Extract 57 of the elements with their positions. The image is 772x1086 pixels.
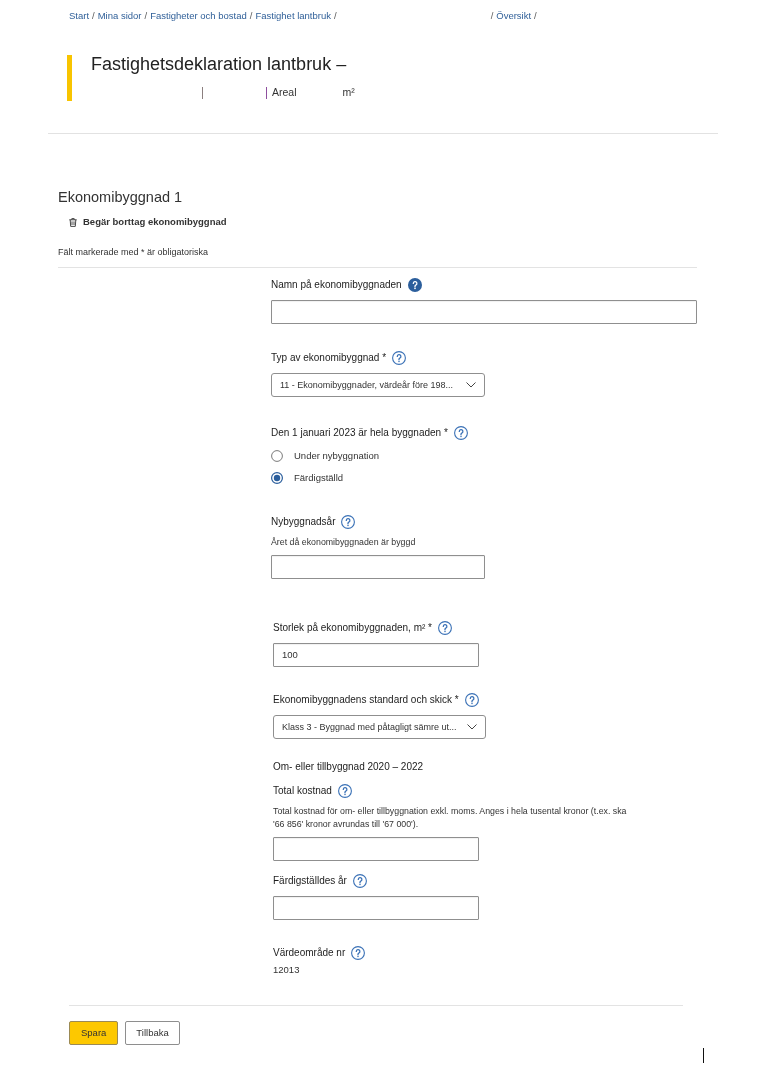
breadcrumb-separator: / xyxy=(334,10,337,22)
text-input-field[interactable] xyxy=(273,895,479,920)
text-input-field[interactable] xyxy=(271,299,697,324)
text-input-field[interactable] xyxy=(273,836,479,861)
subtitle-text: Areal xyxy=(272,86,297,99)
field-label: Namn på ekonomibyggnaden xyxy=(271,277,402,292)
breadcrumb-link[interactable]: Översikt xyxy=(496,10,532,22)
help-icon[interactable] xyxy=(407,277,422,292)
text-input-field[interactable] xyxy=(271,554,485,579)
help-icon[interactable] xyxy=(352,873,367,888)
breadcrumb-link[interactable]: Start xyxy=(69,10,90,22)
trash-icon xyxy=(69,217,77,227)
help-icon[interactable] xyxy=(464,692,479,707)
chevron-down-icon xyxy=(466,381,476,388)
help-icon[interactable] xyxy=(438,620,452,635)
field-label: Värdeområde nr xyxy=(273,945,346,960)
breadcrumb-separator: / xyxy=(490,10,494,22)
breadcrumb-link[interactable]: Mina sidor xyxy=(97,10,142,22)
radio-option[interactable]: Under nybyggnation xyxy=(271,444,380,467)
breadcrumb-link[interactable]: Fastigheter och bostad xyxy=(150,10,247,22)
subtitle-text: m² xyxy=(342,86,355,99)
page-title: Fastighetsdeklaration lantbruk – xyxy=(91,55,348,73)
help-icon[interactable] xyxy=(351,945,366,960)
section-title: Ekonomibyggnad 1 xyxy=(58,188,184,206)
breadcrumb-separator: / xyxy=(534,10,537,22)
field-value: 12013 xyxy=(273,963,301,976)
help-icon[interactable] xyxy=(337,783,352,798)
field-label: Ekonomibyggnadens standard och skick * xyxy=(273,692,459,707)
chevron-down-icon xyxy=(466,723,477,730)
breadcrumb-separator: / xyxy=(249,10,253,22)
field-label: Storlek på ekonomibyggnaden, m² * xyxy=(273,620,432,635)
field-label: Typ av ekonomibyggnad * xyxy=(271,350,387,365)
text-input-field[interactable]: 100 xyxy=(273,642,479,667)
dropdown[interactable]: 11 - Ekonomibyggnader, värdeår före 198... xyxy=(271,372,485,397)
save-button[interactable]: Spara xyxy=(69,1020,119,1045)
radio-option[interactable]: Färdigställd xyxy=(271,466,344,489)
field-label: Nybyggnadsår xyxy=(271,514,336,529)
radio-button[interactable] xyxy=(271,449,283,462)
field-label: Den 1 januari 2023 är hela byggnaden * xyxy=(271,425,448,440)
back-button[interactable]: Tillbaka xyxy=(125,1020,180,1045)
field-label: Total kostnad xyxy=(273,783,332,798)
dropdown[interactable]: Klass 3 - Byggnad med påtagligt sämre ut... xyxy=(273,714,486,739)
help-icon[interactable] xyxy=(392,350,407,365)
field-hint: Total kostnad för om- eller tillbyggnation exkl. moms. Anges i hela tusental kronor (t.ex. ska '66 856' kronor avrundas till '67 000'). xyxy=(273,804,628,831)
breadcrumb-separator: / xyxy=(144,10,148,22)
breadcrumb-link[interactable]: Fastighet lantbruk xyxy=(255,10,331,22)
remove-building-button[interactable]: Begär borttag ekonomibyggnad xyxy=(69,215,227,229)
title-accent-bar xyxy=(67,55,72,101)
required-fields-note: Fält markerade med * är obligatoriska xyxy=(58,245,210,258)
field-label: Färdigställdes år xyxy=(273,873,347,888)
breadcrumb-separator: / xyxy=(92,10,95,22)
radio-button[interactable] xyxy=(271,471,283,484)
field-hint: Året då ekonomibyggnaden är byggd xyxy=(271,535,417,549)
text-cursor-icon xyxy=(703,1047,704,1063)
section-subheading: Om- eller tillbyggnad 2020 – 2022 xyxy=(273,759,424,774)
help-icon[interactable] xyxy=(341,514,356,529)
help-icon[interactable] xyxy=(453,425,468,440)
